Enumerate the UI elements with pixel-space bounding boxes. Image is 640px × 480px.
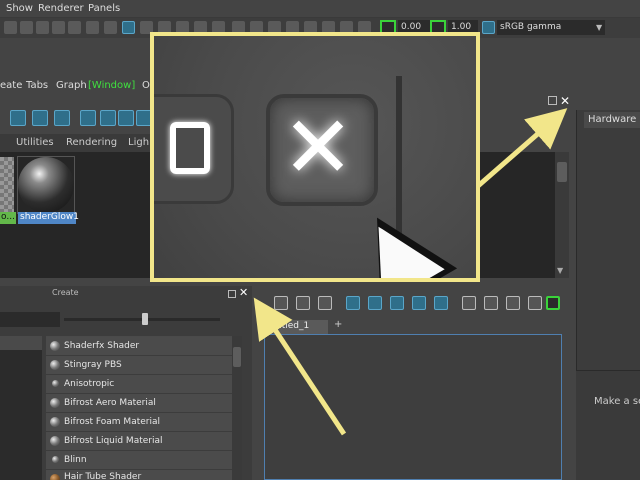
annotation-arrow (253, 297, 347, 436)
annotation-arrows (253, 108, 568, 436)
annotation-arrow (476, 108, 568, 188)
